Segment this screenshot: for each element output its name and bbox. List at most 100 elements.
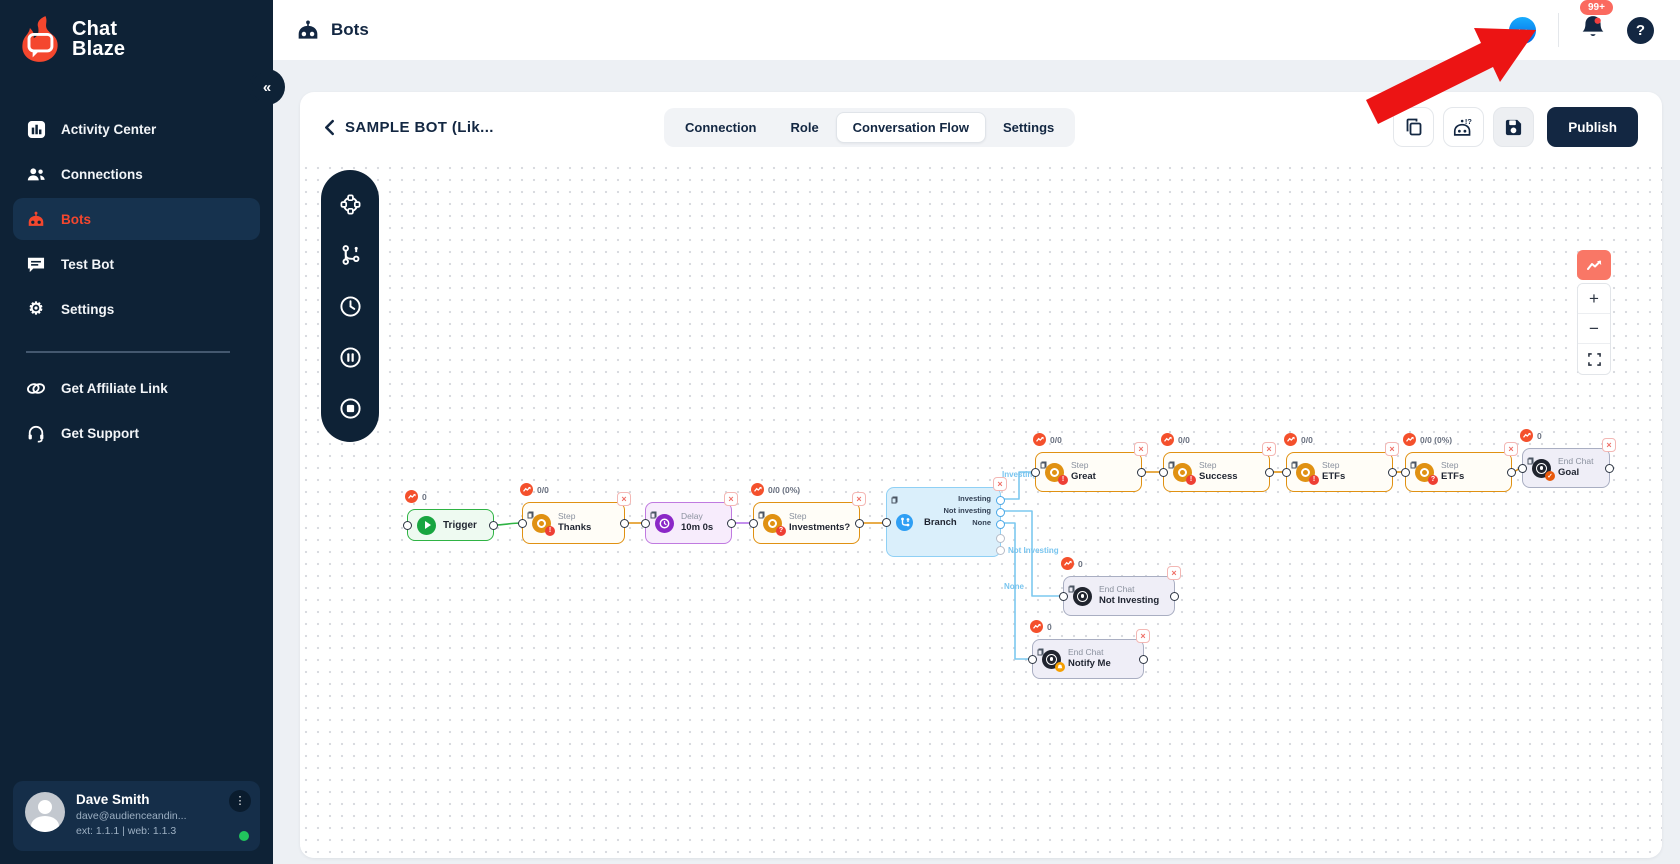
output-port-unused[interactable] <box>996 534 1005 543</box>
node-analytics-stat: 0/0 (0%) <box>751 483 800 496</box>
sidebar-item-settings[interactable]: ⚙ Settings <box>13 288 260 330</box>
sidebar-item-label: Get Support <box>61 426 139 441</box>
pause-icon[interactable] <box>338 345 362 369</box>
delete-node-button[interactable]: × <box>1167 566 1181 580</box>
input-port[interactable] <box>518 519 527 528</box>
flow-node-trigger[interactable]: 0 Trigger <box>407 509 494 541</box>
output-port-none[interactable] <box>996 520 1005 529</box>
output-port[interactable] <box>1170 592 1179 601</box>
fullscreen-icon <box>1588 353 1601 366</box>
flow-node-delay[interactable]: Delay10m 0s × <box>645 502 732 544</box>
flow-node-branch[interactable]: Branch Investing Not investing None × <box>886 487 1001 557</box>
link-icon <box>26 379 46 399</box>
input-port[interactable] <box>1159 468 1168 477</box>
tab-settings[interactable]: Settings <box>986 112 1071 143</box>
output-port[interactable] <box>489 521 498 530</box>
sidebar-item-bots[interactable]: Bots <box>13 198 260 240</box>
publish-button[interactable]: Publish <box>1547 107 1638 147</box>
input-port[interactable] <box>1031 468 1040 477</box>
delete-node-button[interactable]: × <box>1602 438 1616 452</box>
sidebar-item-support[interactable]: Get Support <box>13 413 260 455</box>
delete-node-button[interactable]: × <box>1385 442 1399 456</box>
flow-node-end-chat-not-investing[interactable]: 0 End ChatNot Investing × <box>1063 576 1175 616</box>
profile-menu-button[interactable]: ⋮ <box>229 790 251 812</box>
sidebar: Chat Blaze « Activity Center Connections… <box>0 0 273 864</box>
sidebar-item-affiliate-link[interactable]: Get Affiliate Link <box>13 368 260 410</box>
output-port-unused[interactable] <box>996 546 1005 555</box>
sidebar-item-activity-center[interactable]: Activity Center <box>13 108 260 150</box>
delete-node-button[interactable]: × <box>724 492 738 506</box>
input-port[interactable] <box>882 518 891 527</box>
zoom-in-button[interactable]: + <box>1578 284 1610 314</box>
sidebar-collapse-button[interactable]: « <box>252 72 282 102</box>
input-port[interactable] <box>1059 592 1068 601</box>
output-port[interactable] <box>1388 468 1397 477</box>
output-port[interactable] <box>1137 468 1146 477</box>
fullscreen-button[interactable] <box>1578 344 1610 374</box>
analytics-icon[interactable] <box>1577 250 1611 280</box>
output-port[interactable] <box>1507 468 1516 477</box>
node-analytics-stat: 0/0 <box>1284 433 1313 446</box>
delete-node-button[interactable]: × <box>617 492 631 506</box>
sidebar-item-connections[interactable]: Connections <box>13 153 260 195</box>
branch-icon[interactable] <box>338 243 362 267</box>
output-port[interactable] <box>1605 464 1614 473</box>
output-port[interactable] <box>1265 468 1274 477</box>
tab-role[interactable]: Role <box>774 112 836 143</box>
bell-icon[interactable] <box>1580 14 1606 41</box>
end-chat-target-icon <box>1073 587 1092 606</box>
bot-title: SAMPLE BOT (Lik... <box>345 119 494 136</box>
sidebar-item-test-bot[interactable]: Test Bot <box>13 243 260 285</box>
delete-node-button[interactable]: × <box>1136 629 1150 643</box>
input-port[interactable] <box>1518 464 1527 473</box>
flow-node-step-investments[interactable]: 0/0 (0%) ? StepInvestments? × <box>753 502 860 544</box>
clock-icon[interactable] <box>338 294 362 318</box>
node-network-icon[interactable] <box>338 192 362 216</box>
input-port[interactable] <box>403 521 412 530</box>
sidebar-divider <box>26 351 230 353</box>
delete-node-button[interactable]: × <box>1134 442 1148 456</box>
input-port[interactable] <box>1282 468 1291 477</box>
flow-node-step-great[interactable]: 0/0 ! StepGreat × <box>1035 452 1142 492</box>
delete-node-button[interactable]: × <box>852 492 866 506</box>
input-port[interactable] <box>749 519 758 528</box>
input-port[interactable] <box>641 519 650 528</box>
help-icon[interactable]: ? <box>1627 17 1654 44</box>
flow-node-step-success[interactable]: 0/0 ! StepSuccess × <box>1163 452 1270 492</box>
output-port[interactable] <box>620 519 629 528</box>
alert-badge: ? <box>1428 475 1438 485</box>
test-bot-button[interactable]: !? <box>1443 107 1484 147</box>
users-icon <box>26 164 46 184</box>
output-port[interactable] <box>1139 655 1148 664</box>
messenger-icon[interactable] <box>1508 16 1537 45</box>
input-port[interactable] <box>1401 468 1410 477</box>
flow-node-step-etfs-1[interactable]: 0/0 ! StepETFs × <box>1286 452 1393 492</box>
delete-node-button[interactable]: × <box>1262 442 1276 456</box>
flow-canvas[interactable]: + − Investing <box>300 162 1662 858</box>
tab-connection[interactable]: Connection <box>668 112 774 143</box>
user-profile-card[interactable]: Dave Smith dave@audienceandin... ext: 1.… <box>13 781 260 852</box>
canvas-zoom-controls: + − <box>1577 250 1611 375</box>
output-port[interactable] <box>727 519 736 528</box>
tab-conversation-flow[interactable]: Conversation Flow <box>836 112 986 143</box>
output-port-investing[interactable] <box>996 496 1005 505</box>
zoom-out-button[interactable]: − <box>1578 314 1610 344</box>
flow-node-step-etfs-2[interactable]: 0/0 (0%) ? StepETFs × <box>1405 452 1512 492</box>
chevron-left-icon <box>324 119 335 136</box>
flow-node-step-thanks[interactable]: 0/0 ! StepThanks × <box>522 502 625 544</box>
output-port[interactable] <box>855 519 864 528</box>
delete-node-button[interactable]: × <box>1504 442 1518 456</box>
save-bot-button[interactable] <box>1493 107 1534 147</box>
stop-icon[interactable] <box>338 396 362 420</box>
input-port[interactable] <box>1028 655 1037 664</box>
step-icon: ! <box>1296 463 1315 482</box>
flow-node-end-chat-goal[interactable]: 0 ✓ End ChatGoal × <box>1522 448 1610 488</box>
delete-node-button[interactable]: × <box>993 477 1007 491</box>
check-badge: ✓ <box>1545 471 1555 481</box>
edge-label-not-investing: Not Investing <box>1008 546 1059 555</box>
output-port-not-investing[interactable] <box>996 508 1005 517</box>
alert-badge: ! <box>1186 475 1196 485</box>
copy-bot-button[interactable] <box>1393 107 1434 147</box>
flow-node-end-chat-notify-me[interactable]: 0 End ChatNotify Me × <box>1032 639 1144 679</box>
back-button[interactable] <box>324 119 335 136</box>
